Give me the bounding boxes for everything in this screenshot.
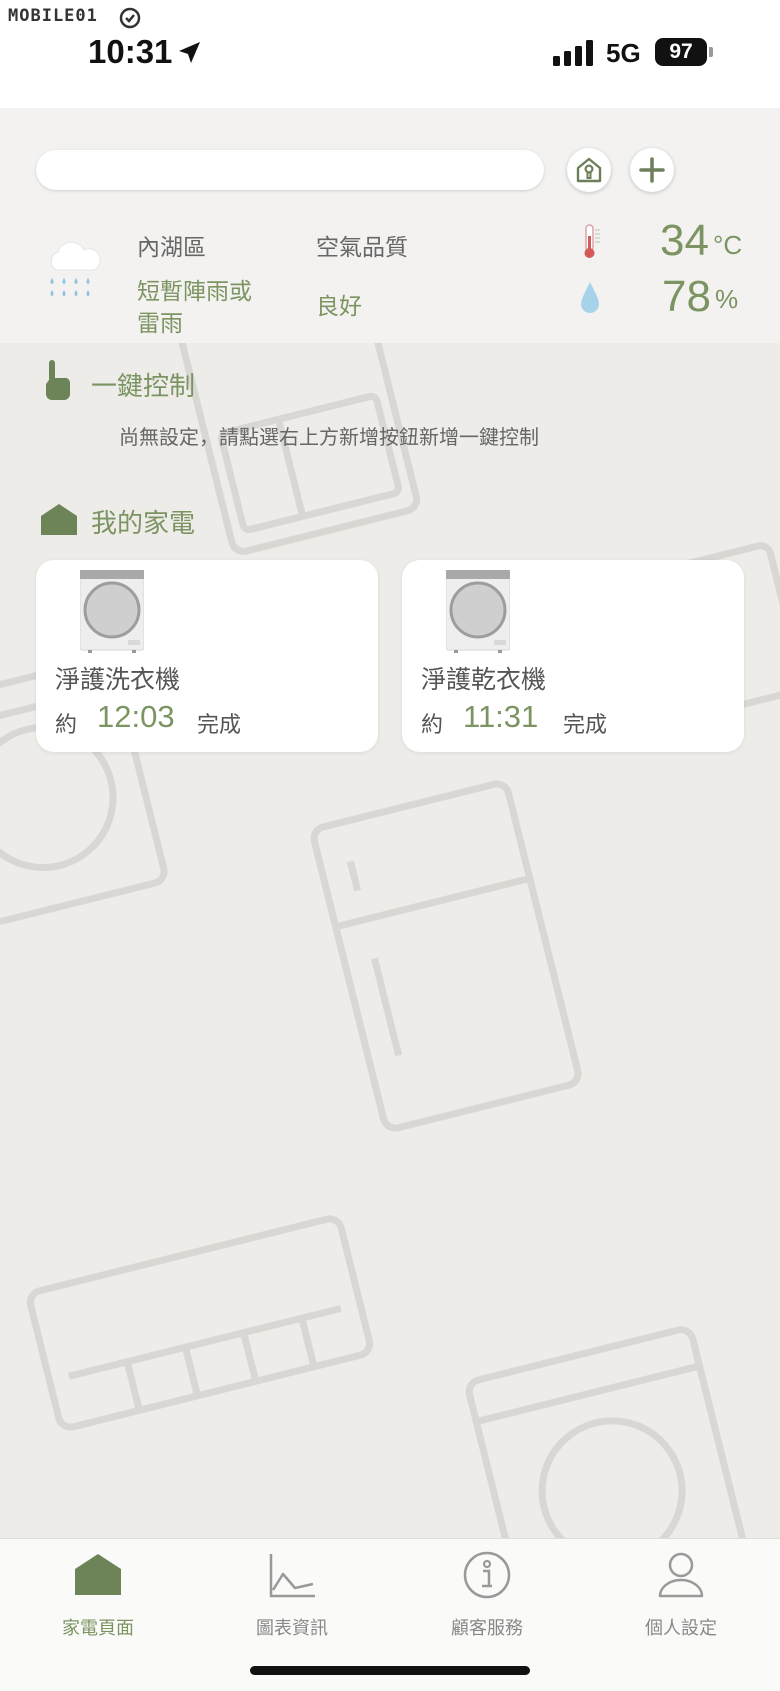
rain-cloud-icon (50, 241, 101, 296)
one-click-title: 一鍵控制 (91, 372, 196, 402)
appliance-time-prefix: 約 (55, 713, 78, 738)
watermark-text: MOBILE01 (8, 6, 98, 26)
tab-label: 顧客服務 (451, 1618, 523, 1639)
home-indicator[interactable] (250, 1666, 530, 1675)
person-icon (658, 1552, 704, 1598)
pointing-hand-icon (46, 360, 71, 400)
cellular-signal-icon (553, 40, 593, 66)
home-manage-button[interactable] (567, 148, 611, 192)
humidity-value: 78 (662, 272, 711, 321)
tab-personal-settings[interactable]: 個人設定 (601, 1550, 761, 1640)
tab-customer-service[interactable]: 顧客服務 (407, 1550, 567, 1640)
my-appliances-title: 我的家電 (91, 509, 196, 539)
tab-label: 個人設定 (645, 1618, 717, 1639)
plus-icon (639, 157, 665, 183)
washing-machine-icon (80, 570, 144, 653)
add-button[interactable] (630, 148, 674, 192)
search-input[interactable] (36, 150, 544, 190)
weather-condition-line2: 雷雨 (137, 311, 183, 337)
temperature-unit: °C (713, 230, 743, 260)
home-icon (75, 1554, 121, 1595)
tab-charts[interactable]: 圖表資訊 (212, 1550, 372, 1640)
house-icon (41, 504, 77, 535)
appliance-time-prefix: 約 (421, 713, 444, 738)
tab-appliances[interactable]: 家電頁面 (18, 1550, 178, 1640)
status-time: 10:31 (88, 33, 173, 70)
battery-tip (709, 47, 713, 57)
appliance-card-dryer[interactable]: 淨護乾衣機 約 11:31 完成 (402, 560, 744, 752)
house-key-icon (576, 157, 602, 183)
tab-label: 家電頁面 (62, 1618, 134, 1639)
humidity-drop-icon (581, 282, 599, 313)
air-quality-value: 良好 (316, 294, 362, 320)
appliance-time-suffix: 完成 (563, 713, 608, 738)
dryer-machine-icon (446, 570, 510, 653)
battery-level: 97 (655, 38, 707, 66)
appliance-time-suffix: 完成 (197, 713, 242, 738)
weather-condition-line1: 短暫陣雨或 (137, 279, 252, 305)
info-icon (463, 1551, 511, 1599)
appliance-finish-time: 12:03 (97, 699, 175, 734)
watermark-logo-icon (119, 7, 141, 29)
one-click-empty-message: 尚無設定，請點選右上方新增按鈕新增一鍵控制 (119, 425, 539, 449)
tab-label: 圖表資訊 (256, 1618, 328, 1639)
appliance-card-washer[interactable]: 淨護洗衣機 約 12:03 完成 (36, 560, 378, 752)
appliance-name: 淨護乾衣機 (421, 665, 547, 694)
location-arrow-icon (179, 42, 200, 63)
appliance-finish-time: 11:31 (463, 699, 539, 734)
network-type: 5G (606, 38, 641, 68)
temperature-value: 34 (660, 216, 709, 265)
appliance-name: 淨護洗衣機 (55, 665, 181, 694)
thermometer-icon (584, 224, 600, 258)
air-quality-label: 空氣品質 (316, 235, 408, 261)
chart-icon (269, 1554, 315, 1598)
weather-district: 內湖區 (137, 235, 206, 261)
humidity-unit: % (715, 284, 739, 314)
